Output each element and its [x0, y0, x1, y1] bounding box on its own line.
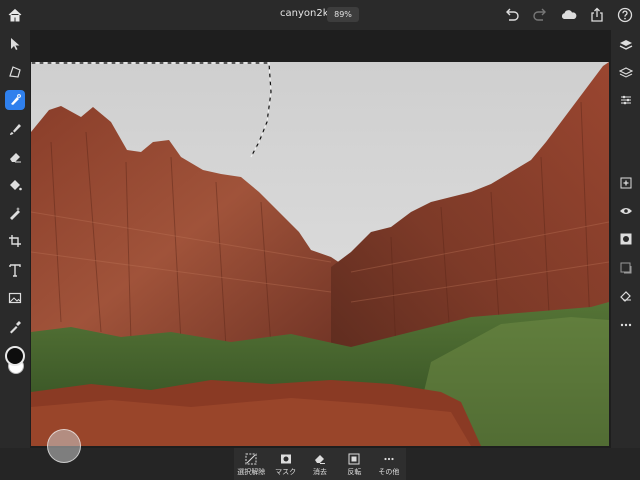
eyedropper-tool[interactable]: [5, 317, 25, 337]
layer-properties-icon: [619, 67, 633, 78]
deselect-label: 選択解除: [237, 468, 266, 476]
invert-icon: [348, 453, 360, 465]
erase-button[interactable]: 消去: [303, 448, 337, 480]
healing-tool[interactable]: [5, 203, 25, 223]
mask-button[interactable]: [617, 230, 635, 248]
crop-tool[interactable]: [5, 231, 25, 251]
canyon-photo: [31, 62, 609, 446]
text-tool[interactable]: [5, 260, 25, 280]
more-actions-button[interactable]: その他: [372, 448, 406, 480]
mask-label: マスク: [275, 468, 297, 476]
image-icon: [8, 292, 22, 304]
invert-label: 反転: [347, 468, 362, 476]
zoom-level[interactable]: 89%: [327, 7, 359, 22]
quick-select-tool[interactable]: [5, 90, 25, 110]
layers-button[interactable]: [617, 36, 635, 54]
home-icon[interactable]: [6, 6, 24, 24]
arrow-icon: [11, 38, 20, 50]
transform-icon: [9, 66, 21, 78]
fill-layer-button[interactable]: [617, 259, 635, 277]
erase-icon: [315, 455, 326, 464]
paint-bucket-icon: [10, 180, 22, 191]
color-swatches[interactable]: [4, 345, 26, 377]
eyedropper-icon: [10, 321, 21, 334]
select-tool[interactable]: [5, 34, 25, 54]
canvas-image[interactable]: [31, 62, 609, 446]
sliders-icon: [621, 95, 631, 105]
eraser-icon: [10, 153, 21, 163]
right-toolbar: [611, 30, 640, 480]
eye-icon: [620, 208, 632, 214]
deselect-icon: [245, 453, 257, 465]
add-icon: [620, 177, 632, 189]
text-icon: [9, 264, 21, 277]
clear-button[interactable]: [617, 287, 635, 305]
more-icon: [620, 323, 632, 327]
image-tool[interactable]: [5, 288, 25, 308]
layers-icon: [619, 40, 633, 50]
eraser-tool[interactable]: [5, 147, 25, 167]
help-icon[interactable]: [616, 6, 634, 24]
cloud-icon[interactable]: [560, 6, 578, 24]
fill-tool[interactable]: [5, 175, 25, 195]
add-layer-button[interactable]: [617, 174, 635, 192]
redo-icon[interactable]: [531, 6, 549, 24]
visibility-button[interactable]: [617, 202, 635, 220]
fill-layer-icon: [620, 262, 632, 274]
clear-icon: [620, 291, 631, 302]
left-toolbar: [0, 30, 30, 480]
mask-icon: [280, 454, 291, 464]
more-icon: [384, 457, 394, 461]
layer-properties-button[interactable]: [617, 64, 635, 82]
mask-action-button[interactable]: マスク: [268, 448, 302, 480]
more-label: その他: [378, 468, 400, 476]
invert-button[interactable]: 反転: [337, 448, 371, 480]
mask-icon: [620, 233, 632, 245]
touch-shortcut-button[interactable]: [47, 429, 81, 463]
crop-icon: [9, 235, 21, 247]
healing-brush-icon: [10, 207, 21, 220]
more-button[interactable]: [617, 316, 635, 334]
brush-tool[interactable]: [5, 119, 25, 139]
foreground-color-swatch[interactable]: [5, 346, 25, 366]
document-title[interactable]: canyon2k: [280, 8, 329, 19]
transform-tool[interactable]: [5, 62, 25, 82]
erase-label: 消去: [313, 468, 328, 476]
selection-actions-bar: 選択解除 マスク 消去 反転 その他: [234, 448, 406, 480]
adjustments-button[interactable]: [617, 91, 635, 109]
share-icon[interactable]: [588, 6, 606, 24]
deselect-button[interactable]: 選択解除: [234, 448, 268, 480]
quick-select-brush-icon: [11, 94, 21, 105]
top-bar: canyon2k 89%: [0, 0, 640, 30]
brush-icon: [10, 124, 21, 135]
undo-icon[interactable]: [503, 6, 521, 24]
